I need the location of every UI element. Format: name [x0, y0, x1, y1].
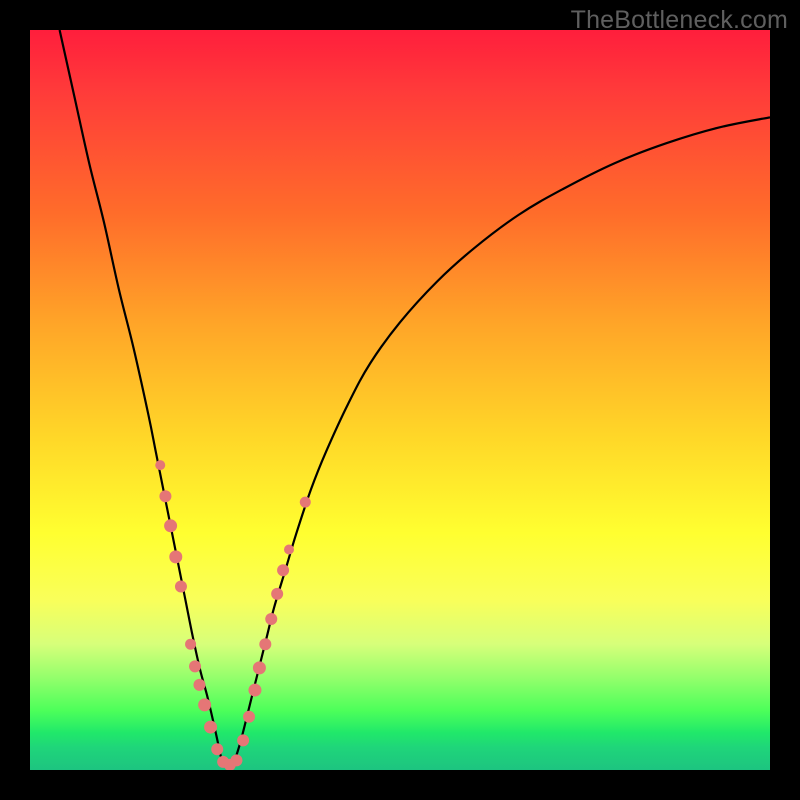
data-marker: [230, 754, 242, 766]
data-marker: [193, 679, 205, 691]
marker-group: [155, 460, 311, 770]
data-marker: [204, 721, 217, 734]
data-marker: [159, 490, 171, 502]
right-curve: [234, 117, 771, 764]
data-marker: [237, 734, 249, 746]
data-marker: [300, 497, 311, 508]
data-marker: [198, 698, 211, 711]
plot-area: [30, 30, 770, 770]
data-marker: [155, 460, 165, 470]
data-marker: [271, 588, 283, 600]
data-marker: [243, 711, 255, 723]
data-marker: [259, 638, 271, 650]
data-marker: [185, 639, 196, 650]
chart-frame: TheBottleneck.com: [0, 0, 800, 800]
data-marker: [169, 550, 182, 563]
data-marker: [248, 684, 261, 697]
curves-svg: [30, 30, 770, 770]
left-curve: [60, 30, 223, 764]
data-marker: [164, 519, 177, 532]
data-marker: [284, 544, 294, 554]
data-marker: [189, 660, 201, 672]
data-marker: [277, 564, 289, 576]
data-marker: [175, 580, 187, 592]
data-marker: [253, 661, 266, 674]
data-marker: [211, 743, 223, 755]
data-marker: [265, 613, 277, 625]
